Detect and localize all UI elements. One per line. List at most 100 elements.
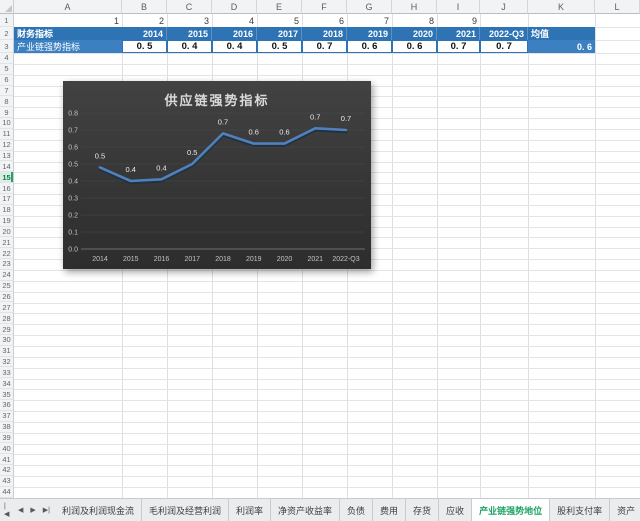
row-header-9[interactable]: 9 bbox=[0, 107, 14, 119]
sheet-tab-7[interactable]: 存货 bbox=[406, 499, 440, 521]
cell-C2[interactable]: 2015 bbox=[167, 27, 212, 40]
cell-B1[interactable]: 2 bbox=[122, 14, 167, 27]
column-header-A[interactable]: A bbox=[14, 0, 122, 14]
sheet-tab-2[interactable]: 毛利润及经营利润 bbox=[142, 499, 229, 521]
next-sheet-icon[interactable]: ▶ bbox=[30, 506, 35, 514]
row-header-37[interactable]: 37 bbox=[0, 410, 14, 422]
cell-H1[interactable]: 8 bbox=[392, 14, 437, 27]
row-header-15[interactable]: 15 bbox=[0, 172, 14, 184]
cell-A2[interactable]: 财务指标 bbox=[14, 27, 122, 40]
row-header-2[interactable]: 2 bbox=[0, 27, 14, 40]
row-header-3[interactable]: 3 bbox=[0, 40, 14, 53]
cell-D2[interactable]: 2016 bbox=[212, 27, 257, 40]
cell-K3[interactable]: 0. 6 bbox=[528, 40, 595, 53]
select-all-corner[interactable] bbox=[0, 0, 14, 14]
row-header-29[interactable]: 29 bbox=[0, 324, 14, 335]
row-header-38[interactable]: 38 bbox=[0, 421, 14, 433]
column-header-C[interactable]: C bbox=[167, 0, 212, 14]
column-header-E[interactable]: E bbox=[257, 0, 302, 14]
column-header-K[interactable]: K bbox=[528, 0, 595, 14]
cell-A3[interactable]: 产业链强势指标 bbox=[14, 40, 122, 53]
sheet-tab-4[interactable]: 净资产收益率 bbox=[271, 499, 340, 521]
cell-G3[interactable]: 0. 6 bbox=[347, 40, 392, 53]
column-header-I[interactable]: I bbox=[437, 0, 480, 14]
row-header-41[interactable]: 41 bbox=[0, 454, 14, 466]
row-header-28[interactable]: 28 bbox=[0, 313, 14, 325]
column-header-B[interactable]: B bbox=[122, 0, 167, 14]
cell-C3[interactable]: 0. 4 bbox=[167, 40, 212, 53]
row-header-4[interactable]: 4 bbox=[0, 53, 14, 64]
column-header-H[interactable]: H bbox=[392, 0, 437, 14]
column-header-J[interactable]: J bbox=[480, 0, 528, 14]
last-sheet-icon[interactable]: ▶| bbox=[43, 506, 50, 514]
row-header-11[interactable]: 11 bbox=[0, 128, 14, 140]
cell-I1[interactable]: 9 bbox=[437, 14, 480, 27]
row-header-16[interactable]: 16 bbox=[0, 183, 14, 194]
row-header-12[interactable]: 12 bbox=[0, 139, 14, 151]
sheet-tab-11[interactable]: 资产 bbox=[610, 499, 640, 521]
row-header-36[interactable]: 36 bbox=[0, 400, 14, 411]
cell-J2[interactable]: 2022-Q3 bbox=[480, 27, 528, 40]
row-header-24[interactable]: 24 bbox=[0, 269, 14, 281]
cell-D3[interactable]: 0. 4 bbox=[212, 40, 257, 53]
row-header-44[interactable]: 44 bbox=[0, 486, 14, 498]
cell-B2[interactable]: 2014 bbox=[122, 27, 167, 40]
row-header-5[interactable]: 5 bbox=[0, 63, 14, 75]
row-header-23[interactable]: 23 bbox=[0, 259, 14, 270]
row-header-18[interactable]: 18 bbox=[0, 204, 14, 216]
cell-E3[interactable]: 0. 5 bbox=[257, 40, 302, 53]
sheet-tab-5[interactable]: 负债 bbox=[340, 499, 374, 521]
row-header-32[interactable]: 32 bbox=[0, 356, 14, 368]
cell-E1[interactable]: 5 bbox=[257, 14, 302, 27]
row-header-42[interactable]: 42 bbox=[0, 465, 14, 476]
row-header-1[interactable]: 1 bbox=[0, 14, 14, 27]
cell-C1[interactable]: 3 bbox=[167, 14, 212, 27]
cell-E2[interactable]: 2017 bbox=[257, 27, 302, 40]
row-header-14[interactable]: 14 bbox=[0, 161, 14, 173]
cell-I3[interactable]: 0. 7 bbox=[437, 40, 480, 53]
column-header-L[interactable]: L bbox=[595, 0, 640, 14]
row-header-33[interactable]: 33 bbox=[0, 367, 14, 379]
row-header-40[interactable]: 40 bbox=[0, 443, 14, 455]
row-header-39[interactable]: 39 bbox=[0, 432, 14, 444]
cell-H3[interactable]: 0. 6 bbox=[392, 40, 437, 53]
cell-J3[interactable]: 0. 7 bbox=[480, 40, 528, 53]
row-header-7[interactable]: 7 bbox=[0, 85, 14, 97]
cell-F2[interactable]: 2018 bbox=[302, 27, 347, 40]
embedded-chart[interactable]: 0.0 0.1 0.2 0.3 0.4 0.5 0.6 0.7 0.8 2014 2015 2016 2… bbox=[63, 81, 371, 269]
cell-B3[interactable]: 0. 5 bbox=[122, 40, 167, 53]
sheet-tab-10[interactable]: 股利支付率 bbox=[550, 499, 611, 521]
row-header-31[interactable]: 31 bbox=[0, 345, 14, 357]
row-header-21[interactable]: 21 bbox=[0, 237, 14, 249]
row-header-20[interactable]: 20 bbox=[0, 226, 14, 238]
row-header-6[interactable]: 6 bbox=[0, 74, 14, 86]
column-header-G[interactable]: G bbox=[347, 0, 392, 14]
row-header-8[interactable]: 8 bbox=[0, 96, 14, 108]
cell-I2[interactable]: 2021 bbox=[437, 27, 480, 40]
row-header-26[interactable]: 26 bbox=[0, 291, 14, 303]
cell-A1[interactable]: 1 bbox=[14, 14, 122, 27]
row-header-19[interactable]: 19 bbox=[0, 215, 14, 227]
sheet-tab-3[interactable]: 利润率 bbox=[229, 499, 271, 521]
cell-D1[interactable]: 4 bbox=[212, 14, 257, 27]
row-header-17[interactable]: 17 bbox=[0, 193, 14, 205]
cell-F1[interactable]: 6 bbox=[302, 14, 347, 27]
row-header-43[interactable]: 43 bbox=[0, 475, 14, 487]
sheet-tab-9[interactable]: 产业链强势地位 bbox=[472, 499, 551, 521]
prev-sheet-icon[interactable]: ◀ bbox=[18, 506, 23, 514]
row-header-10[interactable]: 10 bbox=[0, 118, 14, 129]
sheet-tab-6[interactable]: 费用 bbox=[373, 499, 407, 521]
sheet-tab-8[interactable]: 应收 bbox=[439, 499, 473, 521]
row-header-35[interactable]: 35 bbox=[0, 389, 14, 400]
column-header-F[interactable]: F bbox=[302, 0, 347, 14]
row-header-27[interactable]: 27 bbox=[0, 302, 14, 314]
cell-G1[interactable]: 7 bbox=[347, 14, 392, 27]
cell-F3[interactable]: 0. 7 bbox=[302, 40, 347, 53]
row-header-25[interactable]: 25 bbox=[0, 280, 14, 292]
cell-G2[interactable]: 2019 bbox=[347, 27, 392, 40]
first-sheet-icon[interactable]: |◀ bbox=[4, 503, 11, 518]
row-header-34[interactable]: 34 bbox=[0, 378, 14, 390]
row-header-30[interactable]: 30 bbox=[0, 334, 14, 346]
cell-K2[interactable]: 均值 bbox=[528, 27, 595, 40]
sheet-tab-1[interactable]: 利润及利润现金流 bbox=[55, 499, 142, 521]
